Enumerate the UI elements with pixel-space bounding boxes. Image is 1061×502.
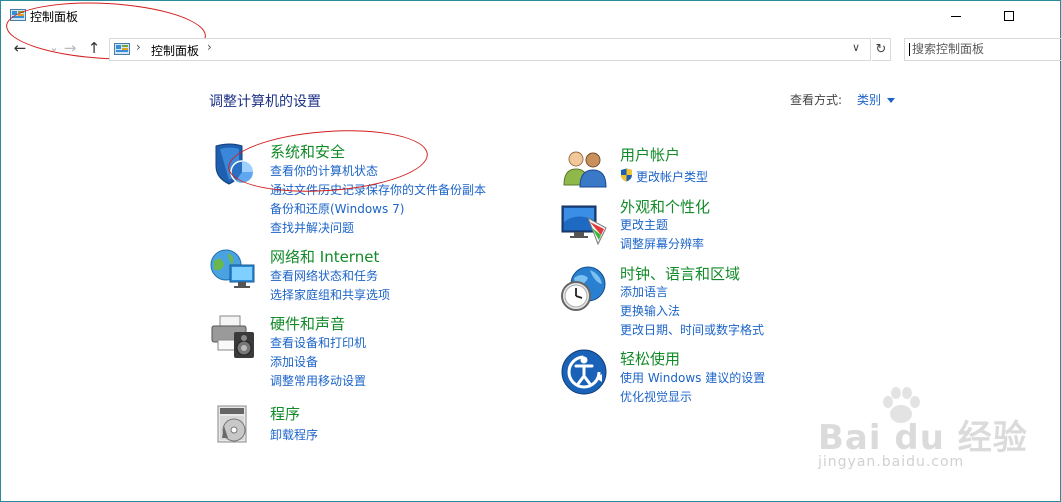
link-uninstall-program[interactable]: 卸载程序 [270,426,318,443]
category-title-network-internet[interactable]: 网络和 Internet [270,246,379,267]
breadcrumb-separator[interactable]: › [136,40,141,54]
view-by-dropdown[interactable]: 类别 [857,91,895,108]
uac-shield-icon [621,168,632,182]
window-title: 控制面板 [30,10,79,24]
display-palette-icon [561,205,607,246]
link-change-theme[interactable]: 更改主题 [620,216,668,233]
link-windows-recommended-settings[interactable]: 使用 Windows 建议的设置 [620,369,765,386]
control-panel-icon [10,9,26,21]
up-arrow-icon: ↑ [87,39,101,57]
minimize-button[interactable] [945,6,967,26]
back-arrow-icon: ← [13,39,27,57]
network-globe-icon [210,249,255,288]
category-title-programs[interactable]: 程序 [270,403,300,424]
control-panel-icon [114,43,130,55]
link-screen-resolution[interactable]: 调整屏幕分辨率 [620,235,704,252]
forward-button-arrow[interactable]: → [60,38,80,58]
category-title-appearance[interactable]: 外观和个性化 [620,196,710,217]
link-network-status[interactable]: 查看网络状态和任务 [270,267,378,284]
refresh-icon: ↻ [875,42,887,57]
forward-arrow-icon: → [63,39,77,57]
search-box[interactable] [904,38,1061,61]
programs-disc-icon [217,405,247,443]
link-date-time-format[interactable]: 更改日期、时间或数字格式 [620,321,764,338]
category-title-clock-language-region[interactable]: 时钟、语言和区域 [620,263,740,284]
breadcrumb-separator[interactable]: › [207,40,212,54]
breadcrumb-control-panel[interactable]: 控制面板 [151,42,199,59]
users-icon [563,151,607,188]
link-change-input-method[interactable]: 更换输入法 [620,302,680,319]
watermark-logo-text: Bai du 经验 [818,418,1028,458]
link-troubleshoot[interactable]: 查找并解决问题 [270,219,354,236]
link-file-history-backup[interactable]: 通过文件历史记录保存你的文件备份副本 [270,181,486,198]
link-backup-restore[interactable]: 备份和还原(Windows 7) [270,200,404,217]
address-bar[interactable]: › 控制面板 › ∨ [109,38,871,61]
title-bar[interactable]: 控制面板 [0,0,1061,32]
refresh-button[interactable]: ↻ [872,38,891,61]
link-add-language[interactable]: 添加语言 [620,283,668,300]
shield-icon [215,143,254,185]
category-title-hardware-sound[interactable]: 硬件和声音 [270,313,345,334]
link-add-device[interactable]: 添加设备 [270,353,318,370]
ease-of-access-icon [561,349,607,395]
category-title-system-security[interactable]: 系统和安全 [270,141,345,162]
up-button[interactable]: ↑ [84,38,104,58]
link-devices-printers[interactable]: 查看设备和打印机 [270,334,366,351]
watermark-url: jingyan.baidu.com [818,454,965,470]
category-title-ease-of-access[interactable]: 轻松使用 [620,348,680,369]
page-title: 调整计算机的设置 [209,94,321,110]
text-caret [909,43,910,56]
link-change-account-type[interactable]: 更改帐户类型 [636,168,708,185]
search-input[interactable] [912,40,1052,58]
printer-speaker-icon [211,315,254,358]
view-by-label: 查看方式: [790,93,843,107]
category-title-user-accounts[interactable]: 用户帐户 [620,144,680,165]
maximize-button[interactable] [998,6,1020,26]
chevron-down-icon: ⌄ [49,41,59,54]
address-dropdown-icon[interactable]: ∨ [852,41,860,54]
link-homegroup-sharing[interactable]: 选择家庭组和共享选项 [270,286,390,303]
link-optimize-visual-display[interactable]: 优化视觉显示 [620,388,692,405]
link-mobility-settings[interactable]: 调整常用移动设置 [270,372,366,389]
clock-globe-icon [561,266,606,311]
back-button[interactable]: ← [10,38,30,58]
link-view-computer-status[interactable]: 查看你的计算机状态 [270,162,378,179]
